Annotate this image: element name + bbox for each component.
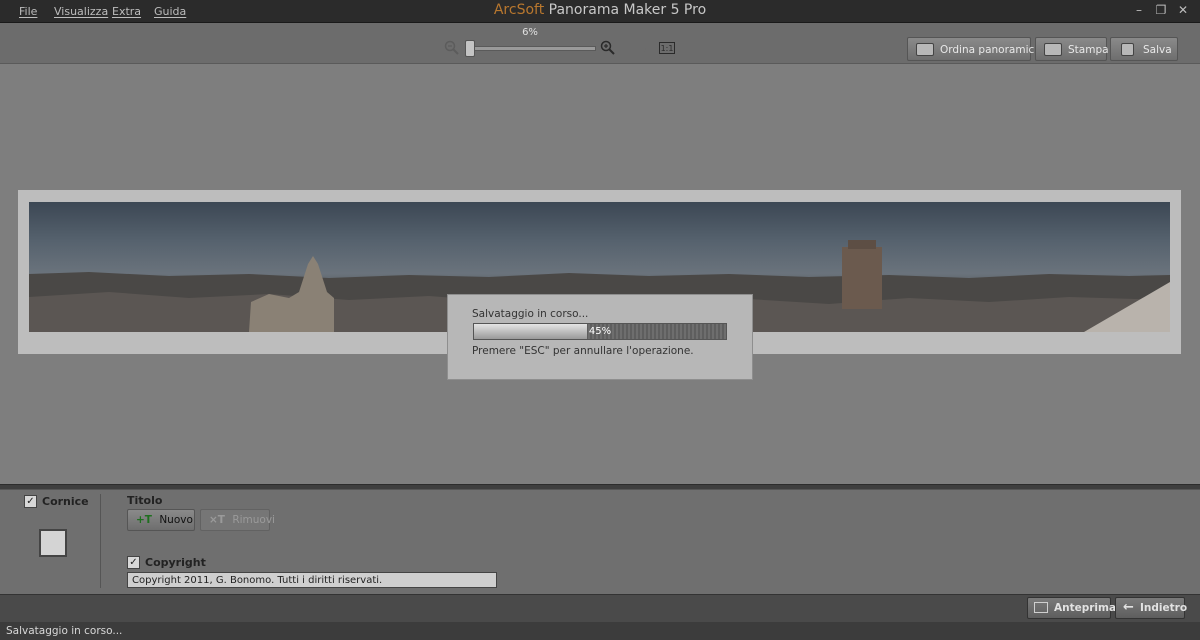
zoom-in-icon[interactable] <box>600 40 616 56</box>
close-icon[interactable]: ✕ <box>1176 3 1190 17</box>
status-bar: Salvataggio in corso... <box>0 622 1200 640</box>
remove-title-label: Rimuovi <box>232 514 275 526</box>
title-bar: File Visualizza Extra Guida ArcSoft Pano… <box>0 0 1200 23</box>
zoom-slider-track[interactable] <box>466 46 596 51</box>
printer-icon <box>1044 43 1062 56</box>
save-label: Salva <box>1143 44 1172 56</box>
status-text: Salvataggio in corso... <box>6 625 123 637</box>
remove-text-icon: ×T <box>209 514 225 526</box>
zoom-slider-thumb[interactable] <box>465 40 475 57</box>
order-panoramas-button[interactable]: Ordina panoramiche <box>907 37 1047 61</box>
frame-checkbox[interactable]: ✓ <box>24 495 37 508</box>
save-progress-dialog: Salvataggio in corso... 45% Premere "ESC… <box>447 294 753 380</box>
app-title: ArcSoft Panorama Maker 5 Pro <box>0 2 1200 18</box>
cancel-hint: Premere "ESC" per annullare l'operazione… <box>472 345 694 357</box>
preview-button[interactable]: Anteprima <box>1027 597 1116 619</box>
add-text-icon: +T <box>136 514 152 526</box>
app-name: Panorama Maker 5 Pro <box>548 2 707 18</box>
restore-icon[interactable]: ❐ <box>1154 3 1168 17</box>
print-button[interactable]: Stampa <box>1035 37 1109 61</box>
copyright-input[interactable] <box>127 572 497 588</box>
panel-divider <box>100 494 101 588</box>
order-panoramas-label: Ordina panoramiche <box>940 44 1048 56</box>
frame-label: Cornice <box>42 495 89 508</box>
pan-icon[interactable] <box>632 40 650 58</box>
new-title-button[interactable]: +T Nuovo <box>127 509 195 531</box>
save-progress-bar: 45% <box>473 323 727 340</box>
remove-title-button[interactable]: ×T Rimuovi <box>200 509 275 531</box>
scanner-icon <box>916 43 934 56</box>
app-brand: ArcSoft <box>493 2 545 18</box>
title-section-label: Titolo <box>127 494 163 507</box>
frame-color-swatch[interactable] <box>39 529 67 557</box>
progress-percent: 45% <box>588 326 612 337</box>
back-label: Indietro <box>1140 602 1188 614</box>
zoom-level: 6% <box>522 27 538 38</box>
arrow-left-icon: ← <box>1123 600 1134 615</box>
zoom-out-icon[interactable] <box>444 40 460 56</box>
dialog-title: Salvataggio in corso... <box>472 308 589 320</box>
preview-icon <box>1034 602 1048 613</box>
copyright-label: Copyright <box>145 556 206 569</box>
back-button[interactable]: ← Indietro <box>1115 597 1188 619</box>
save-button[interactable]: Salva <box>1110 37 1178 61</box>
footer-bar <box>0 594 1200 623</box>
minimize-icon[interactable]: – <box>1132 3 1146 17</box>
print-label: Stampa <box>1068 44 1109 56</box>
floppy-icon <box>1121 43 1134 56</box>
copyright-checkbox[interactable]: ✓ <box>127 556 140 569</box>
new-title-label: Nuovo <box>159 514 193 526</box>
actual-size-button[interactable]: 1:1 <box>659 42 675 54</box>
preview-label: Anteprima <box>1054 602 1117 614</box>
